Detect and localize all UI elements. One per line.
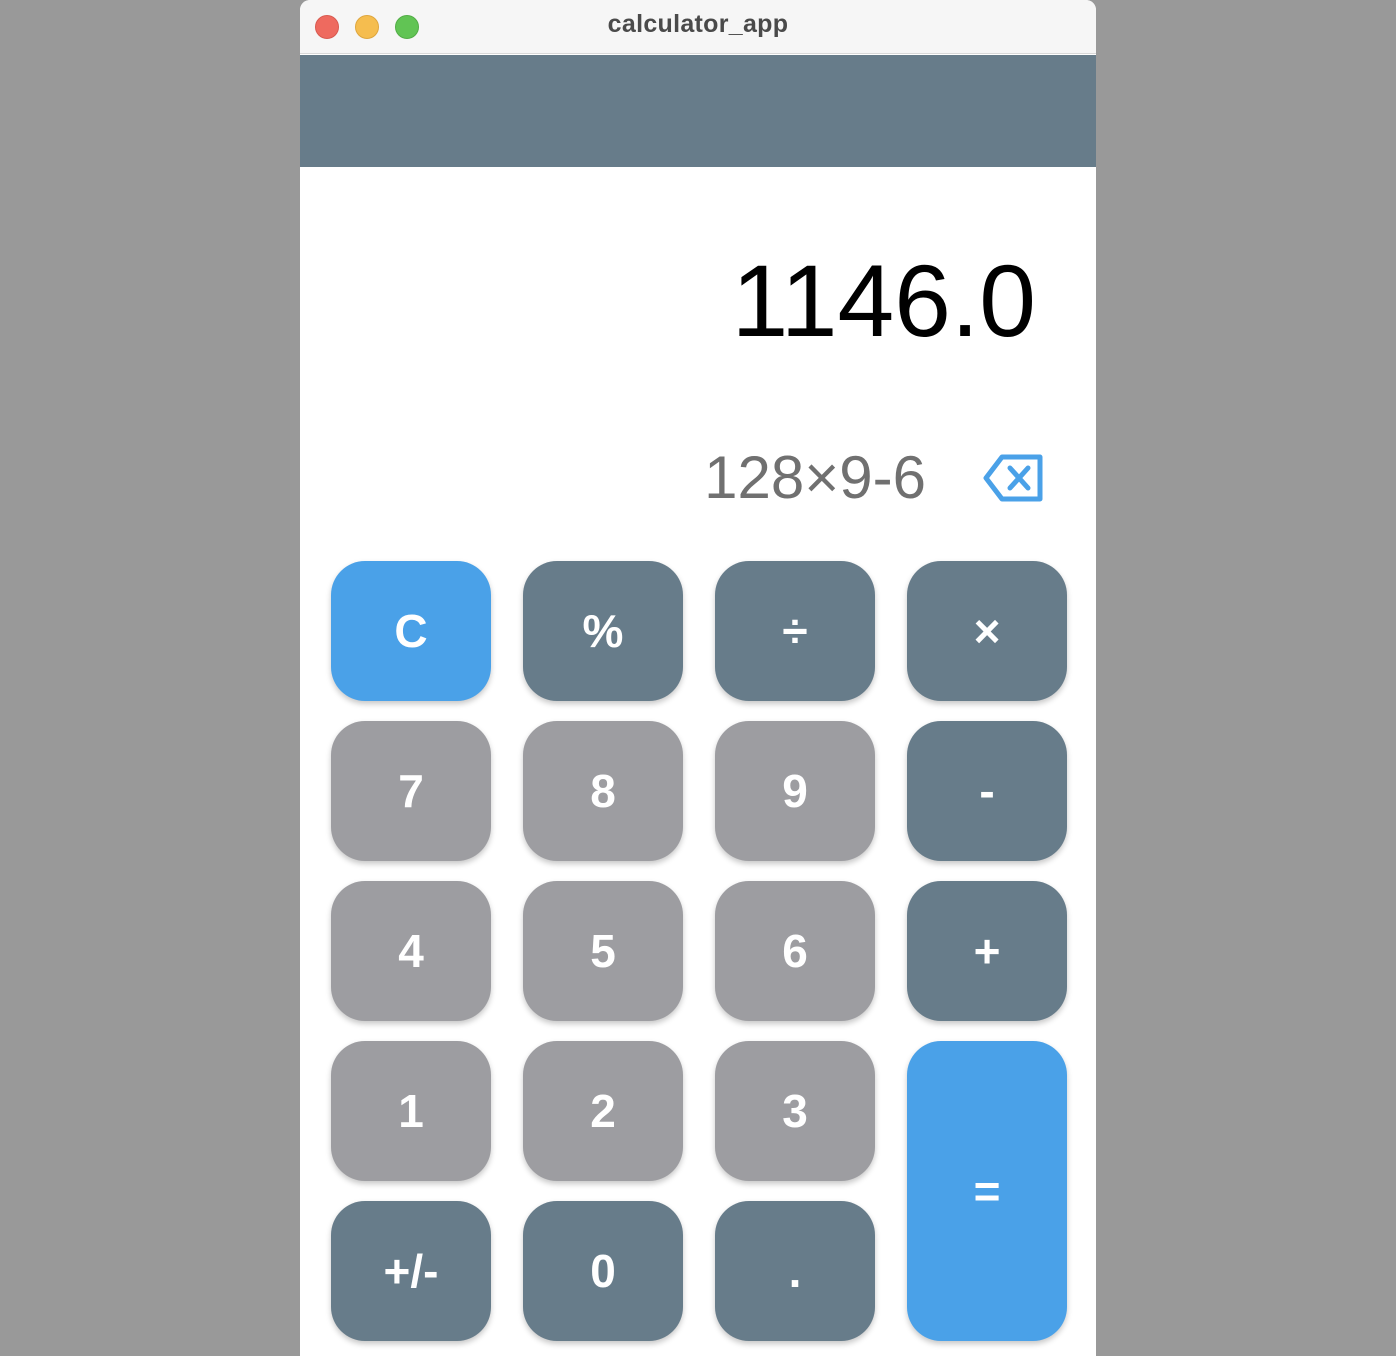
percent-button[interactable]: %: [523, 561, 683, 701]
divide-button[interactable]: ÷: [715, 561, 875, 701]
expression-display: 128×9-6: [704, 444, 926, 511]
digit-0-button[interactable]: 0: [523, 1201, 683, 1341]
digit-7-button[interactable]: 7: [331, 721, 491, 861]
title-bar: calculator_app: [300, 0, 1096, 54]
digit-6-button[interactable]: 6: [715, 881, 875, 1021]
calculator-window: calculator_app 1146.0 128×9-6 C % ÷ × 7 …: [300, 0, 1096, 1356]
digit-1-button[interactable]: 1: [331, 1041, 491, 1181]
equals-button[interactable]: =: [907, 1041, 1067, 1341]
clear-button[interactable]: C: [331, 561, 491, 701]
digit-8-button[interactable]: 8: [523, 721, 683, 861]
window-title: calculator_app: [607, 10, 789, 38]
app-bar: [300, 55, 1096, 167]
result-display: 1146.0: [731, 244, 1036, 358]
digit-5-button[interactable]: 5: [523, 881, 683, 1021]
plus-button[interactable]: +: [907, 881, 1067, 1021]
digit-4-button[interactable]: 4: [331, 881, 491, 1021]
backspace-button[interactable]: [982, 453, 1046, 503]
digit-3-button[interactable]: 3: [715, 1041, 875, 1181]
decimal-button[interactable]: .: [715, 1201, 875, 1341]
digit-9-button[interactable]: 9: [715, 721, 875, 861]
minus-button[interactable]: -: [907, 721, 1067, 861]
multiply-button[interactable]: ×: [907, 561, 1067, 701]
digit-2-button[interactable]: 2: [523, 1041, 683, 1181]
backspace-icon: [983, 454, 1043, 502]
negate-button[interactable]: +/-: [331, 1201, 491, 1341]
